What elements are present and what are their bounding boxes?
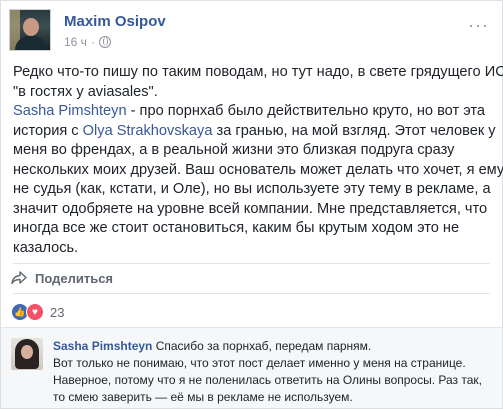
post-text-fragment: история с [13, 122, 83, 139]
post-meta: 16 ч · [64, 35, 111, 49]
post-text-line: казалось. [13, 239, 79, 256]
post-text: Редко что-то пишу по таким поводам, но т… [13, 63, 503, 258]
facebook-post: Maxim Osipov 16 ч · ··· Редко что-то пиш… [0, 0, 503, 409]
divider [13, 263, 490, 264]
comment: Sasha Pimshteyn Спасибо за порнхаб, пере… [53, 338, 493, 406]
share-button[interactable]: Поделиться [11, 269, 113, 287]
love-reaction-icon: ♥ [26, 303, 44, 321]
post-time[interactable]: 16 ч [64, 35, 87, 49]
post-text-line: история с Olya Strakhovskaya за гранью, … [13, 122, 496, 142]
post-text-line: Редко что-то пишу по таким поводам, но т… [13, 64, 503, 80]
comment-text-fragment: Спасибо за порнхаб, передам парням. [152, 339, 372, 353]
more-options-icon[interactable]: ··· [468, 15, 489, 36]
post-text-line: не судья (как, кстати, и Оле), но вы исп… [13, 181, 491, 197]
author-name[interactable]: Maxim Osipov [64, 13, 166, 30]
comment-line: то смею заверить — её мы в рекламе не ис… [53, 390, 353, 404]
globe-icon[interactable] [98, 36, 111, 48]
comment-line: Наверное, потому что я не поленилась отв… [53, 373, 482, 387]
post-text-line: "в гостях у aviasales". [13, 83, 158, 100]
post-text-line: нескольких моих друзей. Ваш основатель м… [13, 161, 503, 178]
post-text-line: значит одобряете на уровне всей компании… [13, 200, 488, 217]
share-arrow-icon [11, 271, 27, 285]
post-header: Maxim Osipov 16 ч · ··· [9, 9, 489, 53]
comment-line: Вот только не понимаю, что этот пост дел… [53, 356, 466, 370]
commenter-avatar[interactable] [11, 338, 43, 370]
author-avatar[interactable] [9, 9, 51, 51]
post-text-fragment: за гранью, на мой взгляд. Этот человек у [212, 122, 496, 139]
post-text-line: меня во френдах, а в реальной жизни это … [13, 142, 455, 158]
meta-separator: · [90, 35, 95, 49]
divider [13, 293, 490, 294]
post-text-fragment: - про порнхаб было действительно круто, … [126, 103, 485, 119]
mention-olya-strakhovskaya[interactable]: Olya Strakhovskaya [83, 123, 213, 139]
reaction-count: 23 [50, 304, 65, 320]
post-text-line: иногда все же стоит остановиться, каким … [13, 220, 460, 236]
mention-sasha-pimshteyn[interactable]: Sasha Pimshteyn [13, 103, 127, 119]
share-label: Поделиться [35, 270, 114, 286]
comment-line: Sasha Pimshteyn Спасибо за порнхаб, пере… [53, 338, 493, 355]
comments-section: Sasha Pimshteyn Спасибо за порнхаб, пере… [1, 327, 502, 408]
reactions-summary[interactable]: 👍 ♥ 23 [11, 303, 64, 321]
post-text-line: Sasha Pimshteyn - про порнхаб было дейст… [13, 102, 491, 122]
commenter-name[interactable]: Sasha Pimshteyn [53, 339, 152, 353]
